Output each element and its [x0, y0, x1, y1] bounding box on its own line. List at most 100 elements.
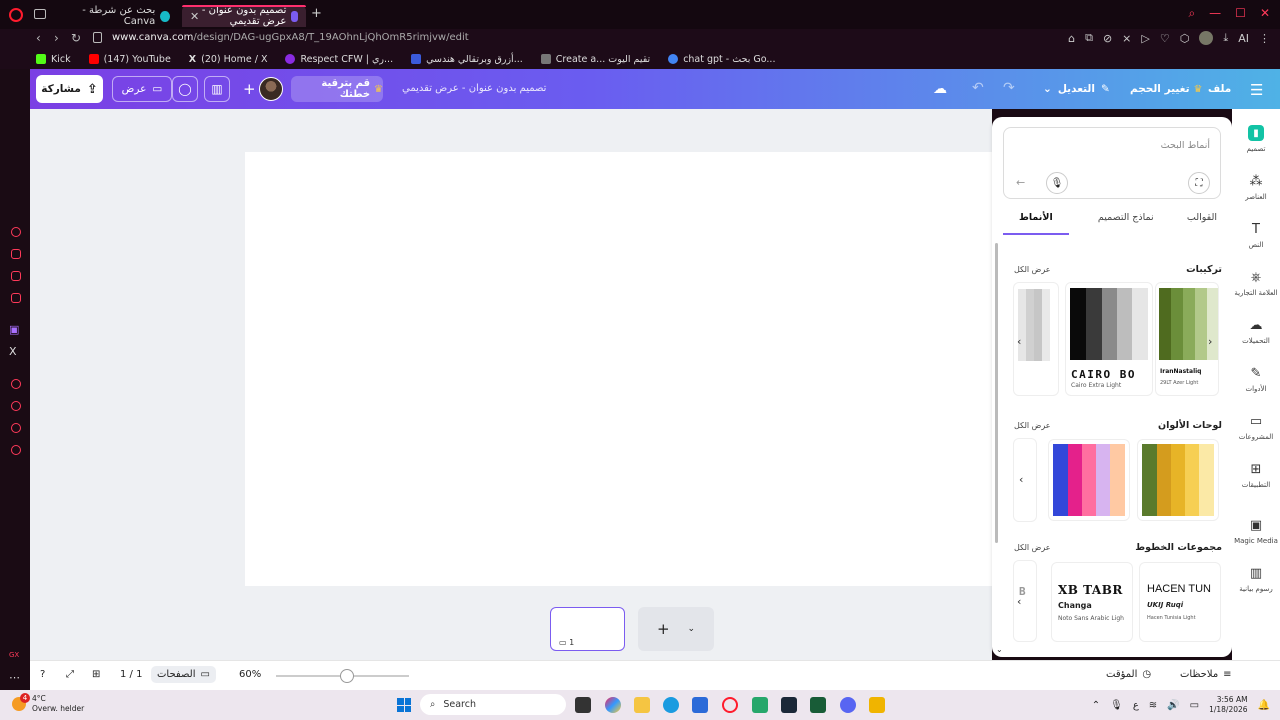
see-all-fonts-link[interactable]: عرض الكل	[1014, 543, 1051, 552]
wifi-icon[interactable]: ≋	[1149, 700, 1157, 711]
battery-icon[interactable]: ▭	[1190, 700, 1199, 711]
forward-icon[interactable]: ›	[54, 31, 59, 45]
bookmark-kick[interactable]: Kick	[36, 54, 71, 65]
aria-ai-label[interactable]: AI	[1238, 32, 1249, 45]
volume-icon[interactable]: 🔊	[1167, 700, 1179, 711]
taskbar-search[interactable]: ⌕ Search	[420, 694, 566, 715]
edge-icon[interactable]	[663, 697, 679, 713]
tray-mic-icon[interactable]: 🎙	[1110, 700, 1123, 711]
notes-button[interactable]: ملاحظات ≡	[1180, 669, 1232, 680]
combo-card[interactable]: CAIRO BO Cairo Extra Light	[1066, 283, 1152, 395]
bookmark-x[interactable]: X (20) Home / X	[189, 54, 268, 65]
windows-start-icon[interactable]	[397, 698, 411, 712]
rail-item-design[interactable]: ▮ تصميم	[1232, 125, 1280, 153]
reload-icon[interactable]: ↻	[71, 31, 81, 45]
palette-card[interactable]	[1138, 440, 1218, 520]
sidebar-chat-icon[interactable]	[11, 271, 21, 281]
discord-icon[interactable]	[840, 697, 856, 713]
zoom-slider-handle[interactable]	[340, 669, 354, 683]
bookmark-youtube[interactable]: (147) YouTube	[88, 54, 171, 65]
font-set-card[interactable]: HACEN TUN UKIJ Ruqi Hacen Tunisia Light	[1140, 563, 1220, 641]
steam-icon[interactable]	[781, 697, 797, 713]
player-icon[interactable]: ▷	[1141, 32, 1149, 45]
page-thumbnail[interactable]: ▭ 1	[550, 607, 625, 651]
redo-icon[interactable]: ↷	[1003, 80, 1015, 96]
task-view-icon[interactable]	[575, 697, 591, 713]
bookmark-page-icon[interactable]: ⌂	[1068, 32, 1075, 45]
image-search-icon[interactable]: ⛶	[1188, 172, 1210, 194]
heart-icon[interactable]: ♡	[1160, 32, 1170, 45]
panel-scrollbar[interactable]	[995, 243, 998, 543]
sidebar-twitch-icon[interactable]: ▣	[9, 323, 19, 336]
sidebar-x-icon[interactable]: X	[9, 345, 17, 358]
rail-item-apps[interactable]: ⊞ التطبيقات	[1232, 461, 1280, 490]
see-all-combos-link[interactable]: عرض الكل	[1014, 265, 1051, 274]
translate-icon[interactable]: ⨯	[1122, 32, 1131, 45]
url-field[interactable]: www.canva.com/design/DAG-ugGpxA8/T_19AOh…	[112, 32, 469, 43]
style-search-box[interactable]: أنماط البحث ⛶ 🎙 ←	[1003, 127, 1221, 199]
hamburger-menu-icon[interactable]: ☰	[1250, 81, 1263, 99]
bookmark-respect-cfw[interactable]: Respect CFW | ري...	[285, 54, 393, 65]
panel-scroll-down-icon[interactable]: ⌄	[996, 645, 1003, 654]
workspaces-icon[interactable]	[34, 9, 46, 19]
chevron-down-icon[interactable]: ⌄	[687, 624, 695, 634]
edit-mode-menu[interactable]: ⌄ التعديل ✎	[1043, 83, 1110, 95]
rockstar-icon[interactable]	[869, 697, 885, 713]
rail-item-text[interactable]: T النص	[1232, 221, 1280, 250]
search-input[interactable]: أنماط البحث	[1161, 140, 1210, 151]
file-menu[interactable]: ملف	[1208, 83, 1231, 95]
sidebar-aria-icon[interactable]	[11, 227, 21, 237]
zoom-level[interactable]: 60%	[239, 669, 261, 680]
file-explorer-icon[interactable]	[634, 697, 650, 713]
carousel-prev-icon[interactable]: ‹	[1017, 595, 1021, 608]
rail-item-magic-media[interactable]: ▣ Magic Media	[1232, 517, 1280, 546]
search-tabs-icon[interactable]: ⌕	[1188, 6, 1195, 21]
carousel-next-icon[interactable]: ›	[1208, 335, 1212, 348]
browser-tab-active-design[interactable]: تصميم بدون عنوان - عرض تقديمي ✕	[182, 5, 306, 27]
upgrade-plan-button[interactable]: ♛ قم بترقية خطتك	[291, 76, 383, 102]
opera-gx-icon[interactable]	[722, 697, 738, 713]
sidebar-messenger-icon[interactable]	[11, 249, 21, 259]
sidebar-settings-icon[interactable]	[11, 445, 21, 455]
minimize-icon[interactable]: —	[1209, 6, 1221, 21]
tab-templates[interactable]: القوالب	[1183, 209, 1221, 235]
invite-plus-button[interactable]: +	[243, 80, 256, 98]
opera-logo-icon[interactable]	[9, 8, 23, 22]
weather-widget[interactable]: 4 4°C Overw. helder	[12, 693, 84, 714]
back-arrow-icon[interactable]: ←	[1016, 176, 1025, 189]
insights-button[interactable]: ▥	[204, 76, 230, 102]
store-icon[interactable]	[692, 697, 708, 713]
clock[interactable]: 3:56 AM 1/18/2026	[1209, 695, 1247, 715]
cloud-saved-icon[interactable]: ☁	[933, 81, 947, 97]
language-indicator[interactable]: ع	[1133, 700, 1139, 711]
present-button[interactable]: عرض ▭	[112, 76, 172, 102]
undo-icon[interactable]: ↶	[972, 80, 984, 96]
document-title[interactable]: تصميم بدون عنوان - عرض تقديمي	[402, 83, 546, 94]
copilot-icon[interactable]	[605, 697, 621, 713]
notifications-icon[interactable]: 🔔	[1258, 700, 1270, 711]
add-page-button[interactable]: + ⌄	[638, 607, 714, 651]
maximize-icon[interactable]: ☐	[1235, 6, 1246, 21]
avatar[interactable]	[259, 77, 283, 101]
palette-card-partial[interactable]	[1014, 439, 1036, 521]
carousel-prev-icon[interactable]: ‹	[1019, 473, 1023, 486]
sidebar-music-icon[interactable]	[11, 293, 21, 303]
excel-icon[interactable]	[810, 697, 826, 713]
sidebar-player-icon[interactable]	[11, 379, 21, 389]
rail-item-uploads[interactable]: ☁ التحميلات	[1232, 317, 1280, 346]
comments-button[interactable]: ◯	[172, 76, 198, 102]
sidebar-history-icon[interactable]	[11, 401, 21, 411]
sidebar-extensions-icon[interactable]	[11, 423, 21, 433]
rail-item-charts[interactable]: ▥ رسوم بيانية	[1232, 565, 1280, 594]
snapshot-icon[interactable]: ⧉	[1085, 31, 1093, 45]
browser-tab-canva-search[interactable]: بحث عن شرطة - Canva	[52, 5, 178, 27]
rail-item-tools[interactable]: ✎ الأدوات	[1232, 365, 1280, 394]
fullscreen-icon[interactable]: ⤢	[66, 669, 74, 680]
palette-card[interactable]	[1049, 440, 1129, 520]
rail-item-elements[interactable]: ⁂ العناصر	[1232, 173, 1280, 202]
back-icon[interactable]: ‹	[36, 31, 41, 45]
see-all-palettes-link[interactable]: عرض الكل	[1014, 421, 1051, 430]
font-set-card[interactable]: XB TABR Changa Noto Sans Arabic Ligh	[1052, 563, 1132, 641]
profile-avatar[interactable]	[1199, 31, 1214, 45]
close-window-icon[interactable]: ✕	[1260, 6, 1270, 21]
